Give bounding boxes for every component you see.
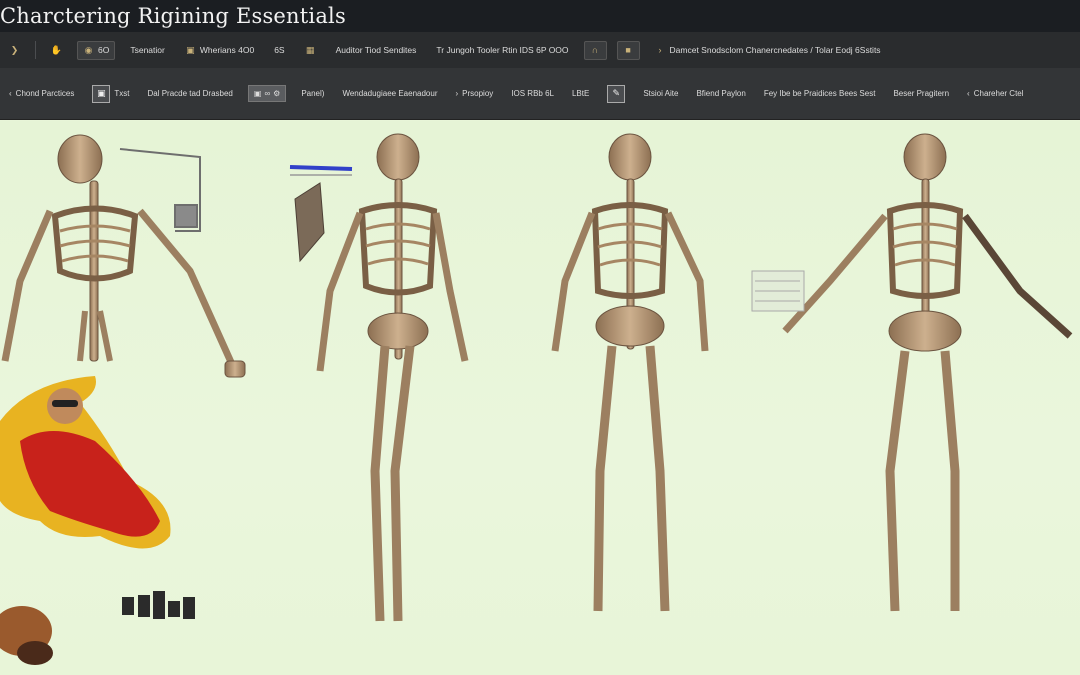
text-tool-button[interactable]: ▣ Txst [89, 83, 132, 105]
lbte-button[interactable]: LBtE [569, 87, 592, 100]
praidices-label: Fey Ibe be Praidices Bees Sest [763, 89, 876, 98]
link-icon: ∞ [264, 89, 271, 98]
viewport-canvas[interactable] [0, 121, 1080, 675]
frame-button[interactable]: ■ [616, 40, 640, 60]
ruler-widget[interactable] [751, 270, 805, 312]
toolbar-divider [35, 41, 36, 59]
image-icon: ▣ [92, 84, 111, 103]
skeleton-rig-4[interactable] [782, 133, 1073, 612]
settings-icon: ⚙ [273, 89, 281, 98]
ik-handle-shape[interactable] [294, 182, 325, 263]
grid-toggle-button[interactable]: ▦ [300, 42, 321, 59]
grid-icon: ▦ [305, 44, 315, 55]
property-label: Prsopioy [462, 89, 494, 98]
rigging-app-window: Charctering Rigining Essentials ❯ ✋ ◉ 6O… [0, 0, 1080, 675]
chond-parctices-tab[interactable]: ‹ Chond Parctices [6, 87, 77, 100]
selection-marker[interactable] [289, 165, 353, 176]
magnet-snap-button[interactable]: ∩ [583, 40, 607, 60]
chevron-right-icon: › [658, 45, 662, 55]
beser-pragitern-menu[interactable]: Beser Pragitern [890, 87, 952, 100]
hand-icon: ✋ [50, 44, 63, 55]
select-tool-button[interactable]: ❯ [4, 42, 25, 59]
cube-icon: ▣ [186, 44, 195, 55]
chareher-ctel-menu[interactable]: ‹ Chareher Ctel [964, 87, 1026, 100]
property-menu[interactable]: › Prsopioy [452, 87, 496, 100]
chevron-right-icon: › [455, 89, 459, 98]
ios-rbb-label: IOS RBb 6L [511, 89, 554, 98]
six-s-label: 6S [274, 45, 285, 55]
wendadugiaee-menu[interactable]: Wendadugiaee Eaenadour [339, 87, 440, 100]
stsioi-aite-menu[interactable]: Stsioi Aite [640, 87, 681, 100]
wherians-label: Wherians 4O0 [199, 45, 255, 55]
square-icon: ■ [625, 45, 631, 55]
jungoh-tooler-menu[interactable]: Tr Jungoh Tooler Rtin IDS 6P OOO [431, 42, 573, 58]
pan-tool-button[interactable]: ✋ [46, 42, 67, 59]
panel-label: Panel) [301, 89, 325, 98]
skeleton-rig-1[interactable] [1, 134, 246, 378]
pracde-label: Dal Pracde tad Drasbed [147, 89, 233, 98]
character-reference-image[interactable] [0, 376, 171, 549]
tsenatior-label: Tsenatior [130, 45, 165, 55]
ios-rbb-menu[interactable]: IOS RBb 6L [508, 87, 557, 100]
camera-tool-button[interactable]: ◉ 6O [77, 40, 116, 60]
pracde-drasbed-button[interactable]: Dal Pracde tad Drasbed [144, 87, 235, 100]
text-tool-label: Txst [114, 89, 130, 98]
wherians-button[interactable]: ▣ Wherians 4O0 [180, 42, 259, 59]
skeleton-rig-2[interactable] [316, 133, 469, 622]
praidices-menu[interactable]: Fey Ibe be Praidices Bees Sest [761, 87, 879, 100]
chareher-label: Chareher Ctel [973, 89, 1024, 98]
image-icon: ▣ [253, 89, 262, 98]
stsioi-label: Stsioi Aite [643, 89, 679, 98]
secondary-toolbar: ‹ Chond Parctices ▣ Txst Dal Pracde tad … [0, 68, 1080, 120]
bfiend-label: Bfiend Paylon [696, 89, 746, 98]
skeleton-rig-3[interactable] [551, 133, 709, 612]
camera-tool-label: 6O [98, 45, 110, 55]
magnet-icon: ∩ [591, 45, 599, 55]
wendadugiaee-label: Wendadugiaee Eaenadour [342, 89, 438, 98]
jungoh-label: Tr Jungoh Tooler Rtin IDS 6P OOO [436, 45, 569, 55]
creature-reference-image[interactable] [0, 606, 53, 665]
chevron-left-icon: ‹ [9, 89, 12, 98]
brush-tool-button[interactable]: ✎ [604, 83, 628, 105]
title-bar: Charctering Rigining Essentials [0, 0, 1080, 32]
auditor-menu[interactable]: Auditor Tiod Sendites [331, 42, 422, 58]
beser-label: Beser Pragitern [893, 89, 950, 98]
lbte-label: LBtE [571, 89, 590, 98]
chevron-left-icon: ‹ [967, 89, 970, 98]
chond-parctices-label: Chond Parctices [15, 89, 75, 98]
app-title: Charctering Rigining Essentials [0, 4, 346, 28]
six-s-button[interactable]: 6S [269, 42, 289, 58]
camera-icon: ◉ [84, 44, 93, 55]
rig-viewport[interactable] [0, 121, 1080, 675]
block-props[interactable] [122, 591, 195, 619]
arrow-icon: ❯ [10, 44, 19, 55]
bfiend-paylon-menu[interactable]: Bfiend Paylon [693, 87, 748, 100]
snodsclom-label: Damcet Snodsclom Chanercnedates / Tolar … [669, 45, 881, 55]
panel-menu[interactable]: Panel) [298, 87, 327, 100]
brush-icon: ✎ [607, 84, 626, 103]
auditor-label: Auditor Tiod Sendites [335, 45, 417, 55]
panel-tool-group[interactable]: ▣ ∞ ⚙ [247, 85, 287, 102]
snodsclom-menu[interactable]: › Damcet Snodsclom Chanercnedates / Tola… [650, 42, 886, 59]
tsenatior-button[interactable]: Tsenatior [125, 42, 170, 58]
main-toolbar: ❯ ✋ ◉ 6O Tsenatior ▣ Wherians 4O0 6S ▦ A… [0, 32, 1080, 68]
